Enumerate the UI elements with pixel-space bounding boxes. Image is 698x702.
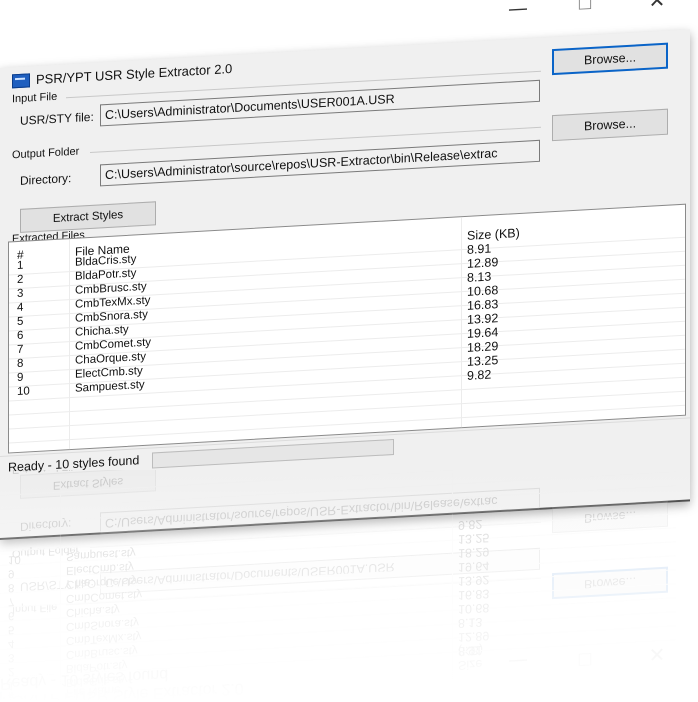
input-file-group-label: Input File [12,600,58,616]
column-header-number[interactable]: # [8,689,15,702]
input-browse-button[interactable]: Browse... [552,566,668,600]
minimize-button[interactable]: — [495,0,541,24]
row-gridline [0,625,676,664]
table-row[interactable]: 7 CmbComet.sty 19.64 [0,556,676,608]
row-size: 18.29 [458,544,490,561]
row-size: 13.92 [458,572,490,589]
app-window: — ☐ ✕ PSR/YPT USR Style Extractor 2.0 In… [0,0,698,560]
row-file-name: ElectCmb.sty [75,365,143,381]
row-file-name: BldaPotr.sty [75,267,137,283]
table-row[interactable]: 4 CmbTexMx.sty 10.68 [0,598,676,650]
column-header-size[interactable]: Size (KB) [458,643,483,672]
row-file-name: CmbBrusc.sty [66,644,138,661]
close-button[interactable]: ✕ [634,0,680,17]
maximize-button[interactable]: ☐ [562,642,608,675]
extracted-files-list[interactable]: # File Name Size (KB) 1 BldaCris.sty 8.91 2… [0,470,676,702]
row-gridline [0,583,676,622]
row-file-name: BldaCris.sty [75,253,137,269]
row-number: 3 [8,651,15,664]
table-row[interactable]: 6 Chicha.sty 13.92 [0,570,676,622]
maximize-button[interactable]: ☐ [562,0,608,21]
app-icon [0,691,2,702]
row-number: 8 [17,357,24,371]
row-file-name: Sampuest.sty [75,378,145,395]
row-gridline [0,639,676,678]
reflection-clone: — ☐ ✕ PSR/YPT USR Style Extractor 2.0 In… [0,470,676,702]
title-bar: — ☐ ✕ [0,642,665,702]
status-bar: Ready - 10 styles found [0,660,244,692]
row-number: 7 [8,595,15,608]
row-number: 9 [8,567,15,580]
window-title-text: PSR/YPT USR Style Extractor 2.0 [2,679,244,702]
usr-file-label: USR/STY file: [20,575,94,594]
row-file-name: ElectCmb.sty [66,560,134,577]
minimize-button[interactable]: — [495,646,541,679]
row-file-name: ChaOrque.sty [66,574,137,591]
row-number: 2 [17,273,24,287]
app-icon [12,72,30,88]
row-size: 16.83 [458,586,490,603]
row-number: 6 [17,329,24,343]
usr-file-input[interactable]: C:\Users\Administrator\Documents\USER001… [100,547,540,595]
row-number: 4 [17,301,24,315]
row-number: 5 [8,623,15,636]
row-file-name: BldaCris.sty [66,672,128,689]
status-text: Ready - 10 styles found [8,453,140,475]
row-number: 3 [17,287,24,301]
row-number: 6 [8,609,15,622]
row-gridline [0,597,676,636]
row-size: 8.13 [458,615,483,631]
row-gridline [0,555,676,594]
row-number: 5 [17,315,24,329]
window-body [0,696,244,702]
row-file-name: CmbTexMx.sty [66,630,142,647]
row-number: 8 [8,581,15,594]
input-group-divider [66,577,541,606]
column-header-file-name[interactable]: File Name [66,683,121,700]
row-number: 9 [17,371,24,385]
row-number: 1 [8,679,15,692]
row-number: 2 [8,665,15,678]
directory-label: Directory: [20,171,72,188]
row-number: 7 [17,343,24,357]
table-row[interactable]: 1 BldaCris.sty 8.91 [0,640,676,692]
row-size: 9.82 [467,367,492,383]
progress-bar [0,660,244,674]
table-row[interactable]: 5 CmbSnora.sty 16.83 [0,584,676,636]
row-file-name: Chicha.sty [66,603,120,619]
row-gridline [0,569,676,608]
row-file-name: CmbComet.sty [66,588,143,605]
row-size: 8.91 [458,643,483,659]
table-row[interactable]: 2 BldaPotr.sty 12.89 [0,626,676,678]
row-number: 4 [8,637,15,650]
input-file-group-label: Input File [12,90,58,106]
extracted-files-list[interactable]: # File Name Size (KB) 1 BldaCris.sty 8.91 2… [8,203,686,454]
row-file-name: BldaPotr.sty [66,658,128,675]
row-number: 10 [17,385,30,399]
file-rows: 1 BldaCris.sty 8.91 2 BldaPotr.sty 12.89 3 CmbB… [0,470,676,692]
row-number: 1 [17,259,24,273]
close-button[interactable]: ✕ [634,638,680,671]
row-size: 19.64 [458,558,490,575]
row-size: 12.89 [458,628,490,645]
row-size: 10.68 [458,600,490,617]
row-file-name: CmbSnora.sty [66,616,139,633]
row-gridline [0,611,676,650]
status-text: Ready - 10 styles found [0,665,169,692]
table-row[interactable]: 3 CmbBrusc.sty 8.13 [0,612,676,664]
row-file-name: Chicha.sty [75,323,129,339]
window-title: PSR/YPT USR Style Extractor 2.0 [0,678,244,702]
